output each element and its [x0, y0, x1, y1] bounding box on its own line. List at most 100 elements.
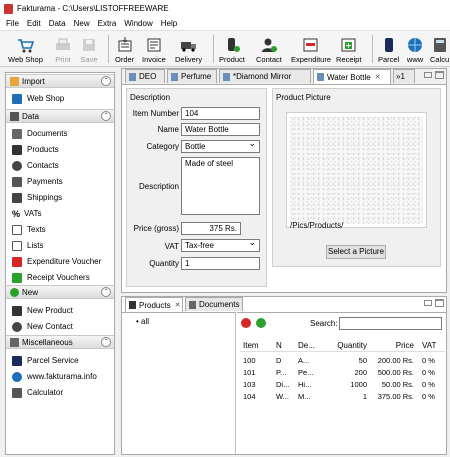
tab-overflow[interactable]: »1 [393, 69, 415, 83]
sidebar-section-import[interactable]: Import ⌃ [6, 74, 114, 88]
sidebar-item-documents[interactable]: Documents [12, 127, 67, 140]
product-label: Product [219, 55, 245, 64]
www-label: www [406, 55, 424, 64]
documents-icon [189, 300, 196, 309]
documents-icon [12, 128, 22, 139]
tab-products[interactable]: Products ✕ [125, 297, 183, 312]
column-header-vat[interactable]: VAT [422, 341, 436, 350]
expenditure-icon [302, 37, 320, 53]
table-row[interactable]: 101 P... Pe... 200 500.00 Rs. 0 % [240, 367, 445, 379]
table-row[interactable]: 104 W... M... 1 375.00 Rs. 0 % [240, 391, 445, 403]
sidebar-item-lists[interactable]: Lists [12, 239, 43, 252]
close-icon[interactable]: ✕ [175, 301, 181, 309]
minimize-icon[interactable] [424, 72, 432, 78]
column-header-price[interactable]: Price [370, 341, 414, 350]
sidebar-section-miscellaneous[interactable]: Miscellaneous ⌃ [6, 335, 114, 349]
tab-deo[interactable]: DEO [125, 69, 165, 83]
editor-panel: DEO Perfume *Diamond Mirror Water Bottle… [121, 68, 447, 293]
document-icon [223, 72, 230, 81]
close-icon[interactable]: ✕ [375, 73, 381, 81]
toolbar: Web Shop Print Save Order Invoice Delive… [0, 31, 450, 67]
www-button[interactable]: www [406, 32, 424, 66]
menu-data[interactable]: Data [45, 19, 70, 28]
contact-label: Contact [256, 55, 282, 64]
description-field[interactable]: Made of steel [181, 157, 260, 215]
sidebar-item-contacts[interactable]: Contacts [12, 159, 59, 172]
sidebar-item-label: New Product [27, 306, 73, 315]
menu-extra[interactable]: Extra [94, 19, 121, 28]
sidebar-item-www[interactable]: www.fakturama.info [12, 370, 97, 383]
price-field[interactable]: 375 Rs. [181, 222, 241, 235]
cell-quantity: 50 [358, 356, 367, 365]
column-header-item[interactable]: Item [243, 341, 259, 350]
sidebar-item-payments[interactable]: Payments [12, 175, 63, 188]
sidebar-item-new-product[interactable]: New Product [12, 304, 73, 317]
contact-button[interactable]: Contact [256, 32, 282, 66]
sidebar-item-new-contact[interactable]: New Contact [12, 320, 73, 333]
column-header-name[interactable]: N [276, 341, 282, 350]
calculator-icon [12, 387, 22, 398]
expenditure-button[interactable]: Expenditure [291, 32, 331, 66]
add-icon[interactable] [256, 318, 266, 328]
tab-water-bottle[interactable]: Water Bottle ✕ [313, 69, 391, 84]
calculator-button[interactable]: Calcu [430, 32, 449, 66]
menu-window[interactable]: Window [120, 19, 156, 28]
product-button[interactable]: Product [219, 32, 245, 66]
order-button[interactable]: Order [115, 32, 134, 66]
picture-path: /Pics/Products/ [290, 221, 344, 230]
sidebar-item-label: Payments [27, 177, 63, 186]
menu-file[interactable]: File [2, 19, 23, 28]
sidebar-item-shippings[interactable]: Shippings [12, 191, 62, 204]
save-button[interactable]: Save [80, 32, 98, 66]
lists-icon [12, 240, 22, 251]
maximize-icon[interactable] [435, 71, 444, 79]
minimize-icon[interactable] [424, 300, 432, 306]
cell-item: 100 [243, 356, 256, 365]
menu-help[interactable]: Help [157, 19, 181, 28]
category-select[interactable]: Bottle [181, 140, 260, 153]
chevron-up-icon[interactable]: ⌃ [101, 76, 111, 86]
sidebar-item-products[interactable]: Products [12, 143, 59, 156]
toolbar-separator [213, 35, 214, 63]
tree-item-all[interactable]: • all [136, 317, 149, 326]
table-row[interactable]: 100 D A... 50 200.00 Rs. 0 % [240, 355, 445, 367]
sidebar-item-expenditure-voucher[interactable]: Expenditure Voucher [12, 255, 101, 268]
search-input[interactable] [339, 317, 442, 330]
sidebar-section-new[interactable]: New ⌃ [6, 285, 114, 299]
menu-edit[interactable]: Edit [23, 19, 45, 28]
web-shop-button[interactable]: Web Shop [8, 32, 43, 66]
table-row[interactable]: 103 Di... Hi... 1000 50.00 Rs. 0 % [240, 379, 445, 391]
sidebar-item-label: VATs [24, 209, 42, 218]
print-button[interactable]: Print [54, 32, 72, 66]
column-header-quantity[interactable]: Quantity [335, 341, 367, 350]
sidebar-item-calculator[interactable]: Calculator [12, 386, 63, 399]
maximize-icon[interactable] [435, 299, 444, 307]
new-product-icon [12, 305, 22, 316]
menu-new[interactable]: New [70, 19, 94, 28]
quantity-field[interactable]: 1 [181, 257, 260, 270]
invoice-button[interactable]: Invoice [142, 32, 166, 66]
quantity-label: Quantity [149, 259, 179, 268]
tab-perfume[interactable]: Perfume [167, 69, 217, 83]
chevron-up-icon[interactable]: ⌃ [101, 287, 111, 297]
column-header-description[interactable]: De... [298, 341, 315, 350]
sidebar-item-parcel-service[interactable]: Parcel Service [12, 354, 79, 367]
tab-diamond-mirror[interactable]: *Diamond Mirror [219, 69, 311, 83]
chevron-up-icon[interactable]: ⌃ [101, 337, 111, 347]
vat-select[interactable]: Tax-free [181, 239, 260, 252]
tab-label: Water Bottle [327, 72, 371, 82]
sidebar-item-web-shop[interactable]: Web Shop [12, 92, 64, 105]
sidebar-item-receipt-vouchers[interactable]: Receipt Vouchers [12, 271, 90, 284]
item-number-field[interactable]: 104 [181, 107, 260, 120]
chevron-up-icon[interactable]: ⌃ [101, 111, 111, 121]
receipt-button[interactable]: Receipt [336, 32, 361, 66]
name-field[interactable]: Water Bottle [181, 123, 260, 136]
sidebar-item-texts[interactable]: Texts [12, 223, 46, 236]
sidebar-section-data[interactable]: Data ⌃ [6, 109, 114, 123]
select-picture-button[interactable]: Select a Picture [326, 245, 386, 259]
tab-documents[interactable]: Documents [185, 297, 243, 311]
sidebar-item-vats[interactable]: % VATs [12, 207, 42, 220]
parcel-button[interactable]: Parcel [378, 32, 399, 66]
delivery-button[interactable]: Delivery [175, 32, 202, 66]
delete-icon[interactable] [241, 318, 251, 328]
